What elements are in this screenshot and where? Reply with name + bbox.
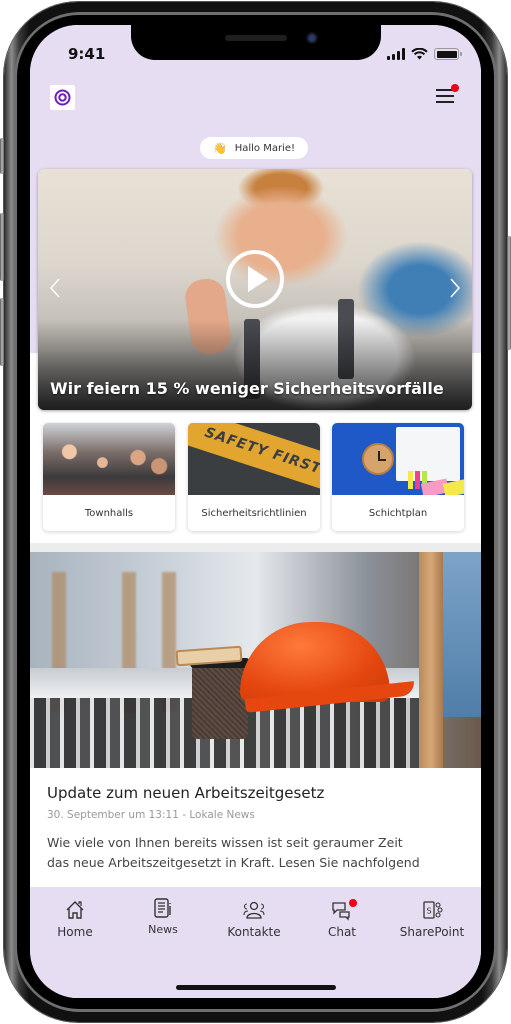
bottom-navigation: Home News Kontakte Chat S SharePoint xyxy=(30,887,481,998)
nav-news[interactable]: News xyxy=(123,897,203,936)
front-camera xyxy=(306,32,318,44)
news-excerpt: Wie viele von Ihnen bereits wissen ist s… xyxy=(47,835,420,870)
app-logo[interactable] xyxy=(50,85,75,110)
nav-sharepoint[interactable]: S SharePoint xyxy=(392,899,472,939)
chevron-left-icon[interactable] xyxy=(48,277,62,299)
tile-sicherheitsrichtlinien[interactable]: SAFETY FIRST Sicherheitsrichtlinien xyxy=(188,423,320,531)
tile-townhalls[interactable]: Townhalls xyxy=(43,423,175,531)
home-icon xyxy=(66,901,84,919)
hero-carousel[interactable]: Wir feiern 15 % weniger Sicherheitsvorfä… xyxy=(38,169,472,410)
play-button[interactable] xyxy=(226,250,284,308)
greeting-chip: 👋 Hallo Marie! xyxy=(200,137,308,159)
contacts-icon xyxy=(243,901,265,919)
wifi-icon xyxy=(411,48,428,60)
safety-first-text: SAFETY FIRST xyxy=(188,423,320,495)
speaker-grille xyxy=(225,35,287,41)
coffee-cup xyxy=(192,664,248,739)
svg-text:S: S xyxy=(427,907,432,916)
news-title[interactable]: Update zum neuen Arbeitszeitgesetz xyxy=(47,784,464,802)
schedule-image xyxy=(332,423,464,495)
sharepoint-icon: S xyxy=(423,901,443,919)
hero-title[interactable]: Wir feiern 15 % weniger Sicherheitsvorfä… xyxy=(50,379,444,398)
tile-label: Townhalls xyxy=(84,507,134,519)
waving-hand-icon: 👋 xyxy=(212,141,227,155)
screen: 9:41 👋 Hallo Marie! Townhalls SAFETY FIR… xyxy=(30,25,481,998)
tile-schichtplan[interactable]: Schichtplan xyxy=(332,423,464,531)
menu-button[interactable] xyxy=(436,84,459,107)
nav-chat[interactable]: Chat xyxy=(302,899,382,939)
calendar-illustration xyxy=(396,427,460,481)
tile-label: Sicherheitsrichtlinien xyxy=(201,507,307,519)
home-indicator[interactable] xyxy=(176,985,336,990)
battery-icon xyxy=(434,48,462,60)
nav-kontakte[interactable]: Kontakte xyxy=(214,899,294,939)
tile-label: Schichtplan xyxy=(368,507,428,519)
chevron-right-icon[interactable] xyxy=(448,277,462,299)
menu-notification-badge xyxy=(451,84,459,92)
news-image[interactable] xyxy=(30,552,481,768)
play-icon xyxy=(247,266,268,292)
status-time: 9:41 xyxy=(68,45,106,63)
status-icons xyxy=(387,48,462,60)
greeting-text: Hallo Marie! xyxy=(234,142,295,154)
news-meta: 30. September um 13:11 - Lokale News xyxy=(47,809,255,821)
chat-notification-badge xyxy=(349,899,357,907)
newspaper-icon xyxy=(154,898,171,918)
notch xyxy=(131,25,381,60)
clock-illustration xyxy=(362,443,394,475)
safety-first-image: SAFETY FIRST xyxy=(188,423,320,495)
townhalls-image xyxy=(43,423,175,495)
target-logo-icon xyxy=(54,89,71,106)
cellular-signal-icon xyxy=(387,48,405,60)
news-card[interactable]: Update zum neuen Arbeitszeitgesetz 30. S… xyxy=(30,768,481,888)
section-divider xyxy=(30,543,481,552)
phone-power-button xyxy=(507,236,511,350)
nav-home[interactable]: Home xyxy=(35,899,115,939)
